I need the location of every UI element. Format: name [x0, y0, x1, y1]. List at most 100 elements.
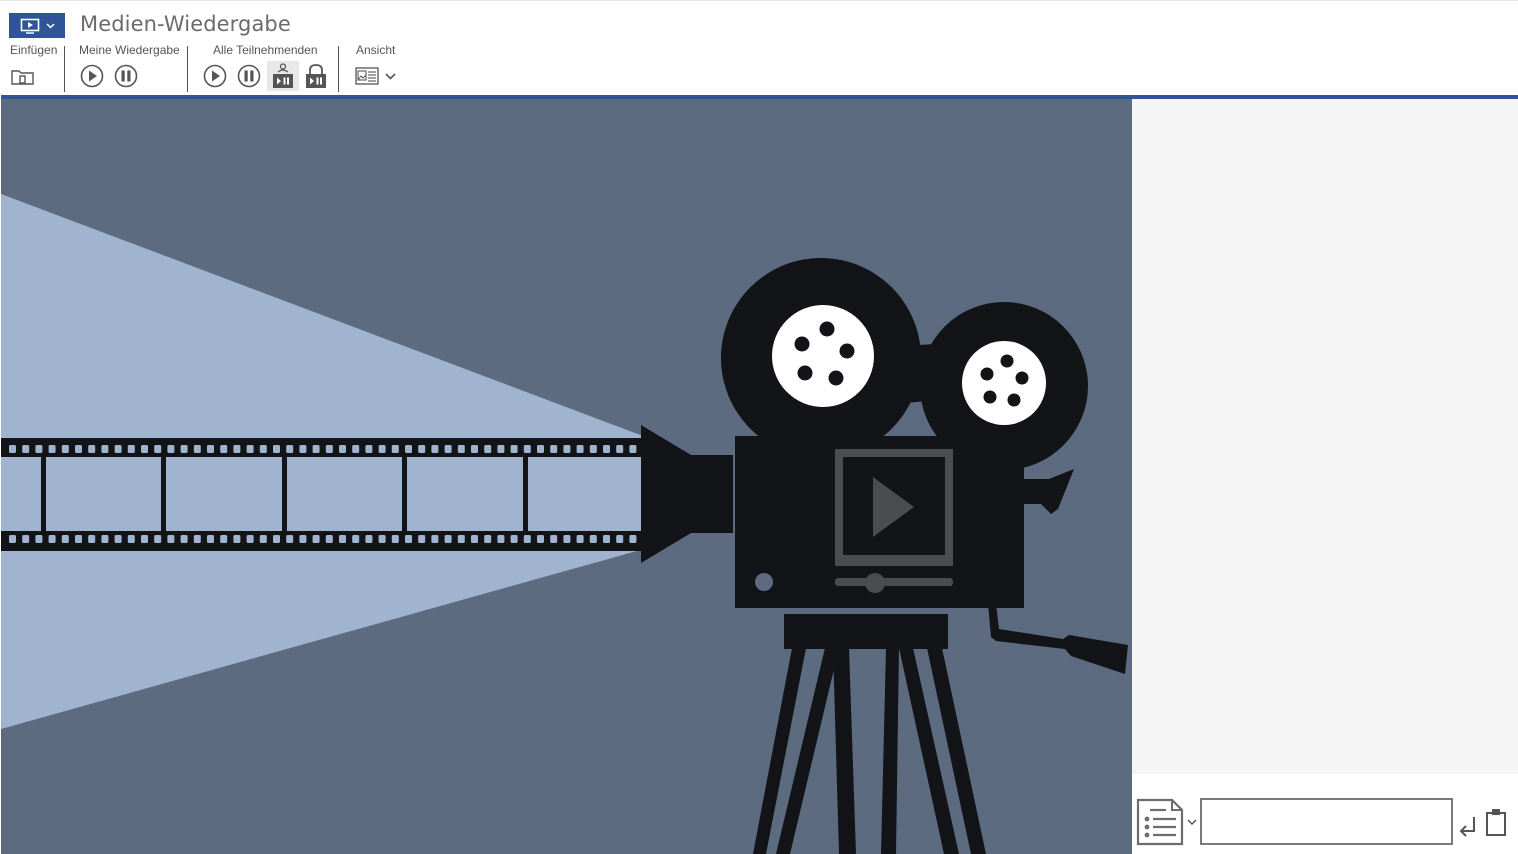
film-perforation [312, 535, 320, 543]
film-perforation [246, 445, 254, 453]
film-perforation [312, 445, 320, 453]
film-perforation [339, 445, 346, 453]
film-perforation [537, 445, 544, 453]
group-label-insert: Einfügen [10, 43, 58, 57]
film-perforation [127, 445, 135, 453]
film-perforation [193, 535, 201, 543]
film-perforation [180, 535, 188, 543]
view-layout-button[interactable] [350, 61, 400, 91]
film-perforation [207, 535, 214, 543]
film-perforation [286, 535, 294, 543]
side-panel [1132, 99, 1518, 774]
film-perforation [629, 445, 637, 453]
film-perforation [220, 445, 228, 453]
film-perforation [154, 535, 162, 543]
film-perforation [75, 445, 82, 453]
film-perforation [471, 445, 478, 453]
film-perforation [325, 445, 333, 453]
film-perforation [299, 535, 307, 543]
group-label-all-participants: Alle Teilnehmenden [213, 43, 318, 57]
enter-icon [1459, 817, 1475, 837]
film-perforation [233, 445, 241, 453]
film-perforation [484, 445, 492, 453]
film-perforation [193, 445, 201, 453]
film-perforation [259, 535, 267, 543]
clipboard-icon [1486, 809, 1506, 836]
clipboard-button[interactable] [1485, 807, 1507, 837]
film-perforation [61, 445, 69, 453]
app-menu-button[interactable] [9, 13, 65, 38]
insert-media-button[interactable] [7, 61, 39, 91]
film-perforation [48, 445, 56, 453]
group-label-view: Ansicht [356, 43, 396, 57]
film-perforation [576, 445, 584, 453]
film-perforation [9, 535, 16, 543]
film-perforation [378, 535, 386, 543]
film-perforation [299, 445, 307, 453]
film-perforation [603, 535, 610, 543]
film-perforation [457, 445, 465, 453]
film-perforation [246, 535, 254, 543]
sync-presenter-button[interactable] [267, 61, 299, 91]
film-perforation [9, 445, 16, 453]
media-stage[interactable] [1, 99, 1132, 854]
film-perforation [418, 445, 426, 453]
film-perforation [431, 445, 439, 453]
film-perforation [365, 535, 373, 543]
film-perforation [88, 535, 96, 543]
film-perforation [35, 535, 43, 543]
chevron-down-icon [1187, 818, 1197, 825]
lock-playback-button[interactable] [300, 61, 332, 91]
film-perforation [233, 535, 241, 543]
film-perforation [484, 535, 492, 543]
all-play-button[interactable] [199, 61, 231, 91]
film-perforation [48, 535, 56, 543]
film-perforation [523, 445, 531, 453]
chat-message-input[interactable] [1200, 798, 1453, 845]
group-separator [187, 46, 188, 92]
all-pause-button[interactable] [233, 61, 265, 91]
film-perforation [589, 445, 597, 453]
film-perforation [141, 445, 148, 453]
film-perforation [101, 535, 109, 543]
film-perforation [273, 535, 280, 543]
film-perforation [616, 445, 624, 453]
sync-presenter-icon [273, 63, 293, 88]
film-perforation [603, 445, 610, 453]
film-perforation [101, 445, 109, 453]
film-perforation [471, 535, 478, 543]
film-perforation [444, 535, 452, 543]
send-button[interactable] [1458, 812, 1478, 838]
film-perforation [114, 535, 122, 543]
film-perforation [497, 535, 505, 543]
message-format-button[interactable] [1136, 798, 1200, 846]
film-perforation [616, 535, 624, 543]
film-perforation [629, 535, 637, 543]
film-perforation [418, 535, 426, 543]
film-perforation [431, 535, 439, 543]
group-separator [64, 46, 65, 92]
film-perforation [22, 445, 30, 453]
chevron-down-icon [45, 22, 55, 29]
chat-input-bar [1132, 774, 1518, 854]
movie-camera-illustration [1, 99, 1132, 854]
film-perforation [510, 535, 518, 543]
film-perforation [589, 535, 597, 543]
film-perforation [114, 445, 122, 453]
film-perforation [352, 535, 360, 543]
play-icon [203, 64, 227, 88]
media-player-icon [20, 18, 39, 34]
film-perforation [180, 445, 188, 453]
media-playback-app: Medien-Wiedergabe Einfügen Meine Wiederg… [0, 0, 1518, 854]
film-perforation [88, 445, 96, 453]
page-title: Medien-Wiedergabe [80, 12, 291, 36]
film-perforation [35, 445, 43, 453]
chevron-down-icon [384, 72, 396, 80]
my-pause-button[interactable] [110, 61, 142, 91]
film-perforation [378, 445, 386, 453]
my-play-button[interactable] [76, 61, 108, 91]
toolbar-header: Medien-Wiedergabe Einfügen Meine Wiederg… [0, 0, 1518, 98]
play-icon [80, 64, 104, 88]
film-perforation [75, 535, 82, 543]
insert-media-icon [11, 70, 34, 85]
